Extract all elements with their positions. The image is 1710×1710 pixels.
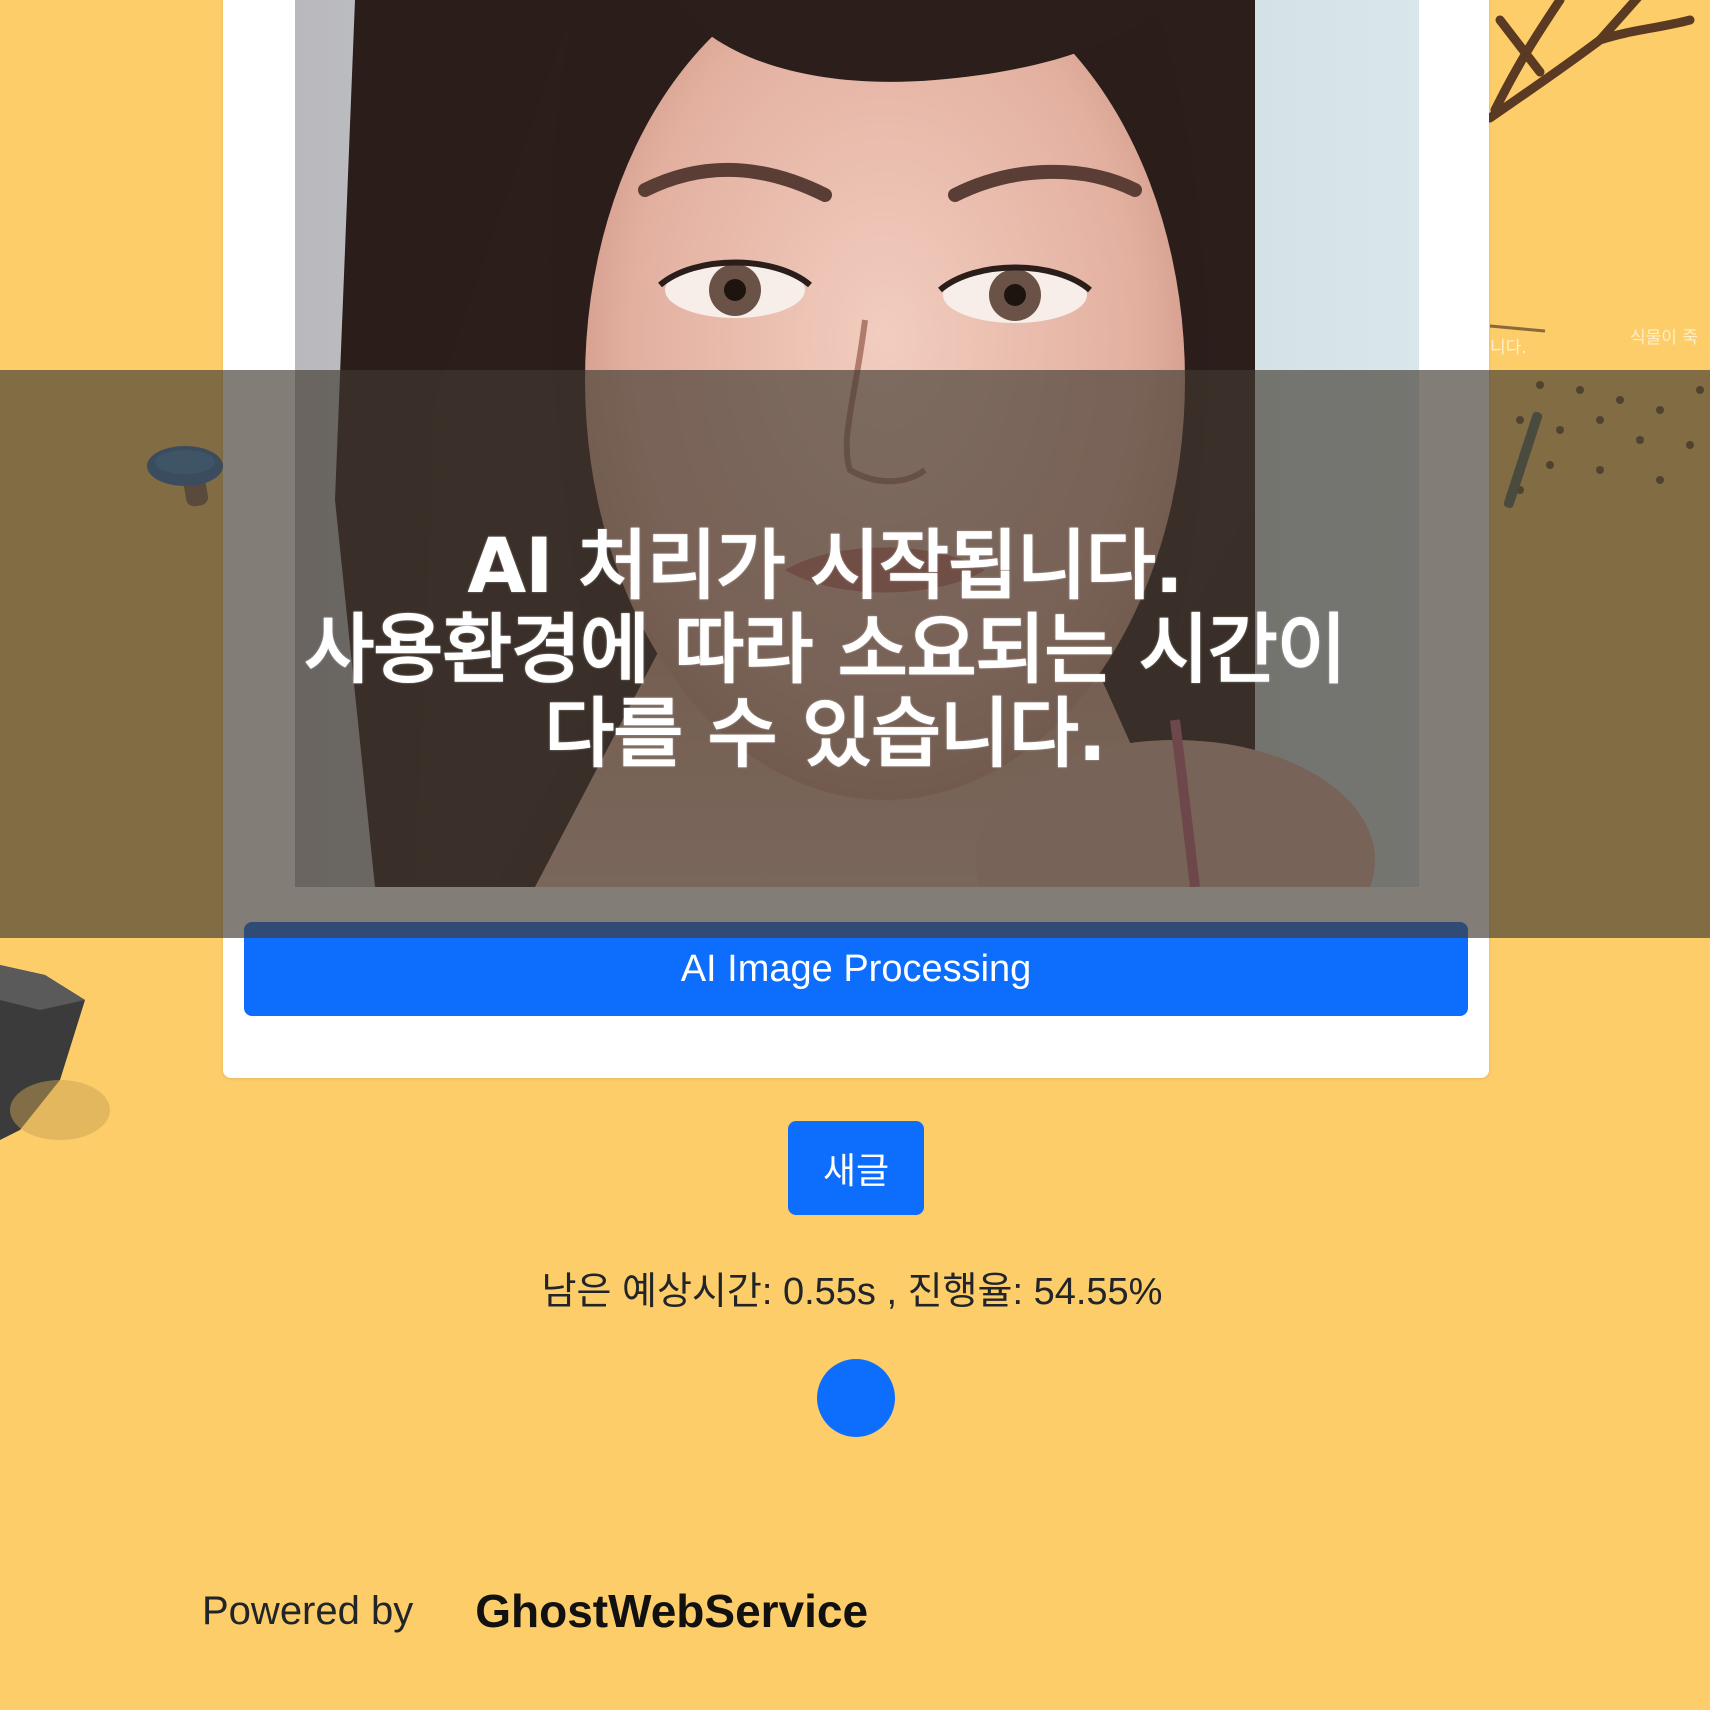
processing-notice-text: AI 처리가 시작됩니다. 사용환경에 따라 소요되는 시간이 다를 수 있습니… (304, 521, 1346, 778)
footer: Powered by GhostWebService (202, 1581, 868, 1641)
brand-name: GhostWebService (475, 1585, 869, 1637)
loading-spinner-icon (817, 1359, 895, 1437)
powered-by-label: Powered by (202, 1588, 414, 1633)
background-faint-text-2: 니다. (1490, 338, 1527, 358)
tree-branch-decoration (1485, 0, 1695, 123)
notice-line-1: AI 처리가 시작됩니다. (467, 521, 1183, 610)
new-post-button[interactable]: 새글 (788, 1121, 924, 1215)
progress-status-text: 남은 예상시간: 0.55s , 진행율: 54.55% (541, 1271, 1163, 1313)
rock-decoration (0, 965, 110, 1140)
processing-notice-overlay: AI 처리가 시작됩니다. 사용환경에 따라 소요되는 시간이 다를 수 있습니… (0, 370, 1710, 938)
notice-line-3: 다를 수 있습니다. (544, 689, 1106, 778)
notice-line-2: 사용환경에 따라 소요되는 시간이 (304, 605, 1346, 694)
background-faint-text: 식물이 죽 (1630, 328, 1698, 348)
